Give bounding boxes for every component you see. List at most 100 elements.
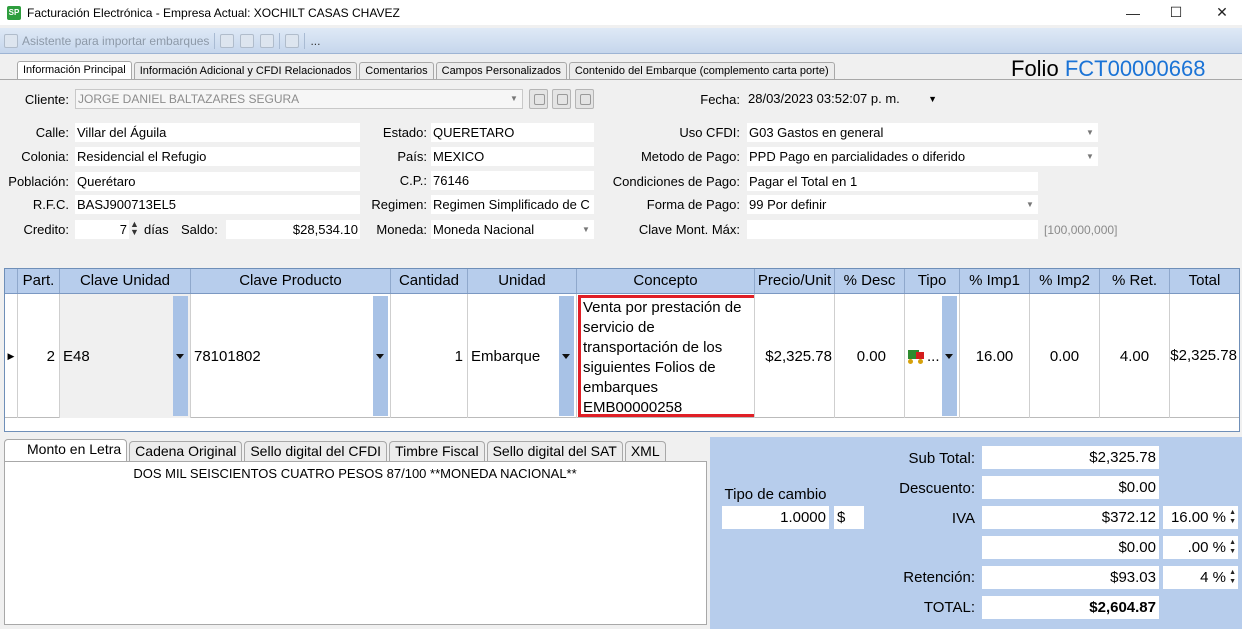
- more-button[interactable]: ...: [310, 34, 320, 48]
- fecha-picker[interactable]: 28/03/2023 03:52:07 p. m. ▼: [747, 89, 941, 109]
- retencion-stepper-icon[interactable]: ▲ ▼: [1229, 568, 1236, 586]
- clave-mont-field[interactable]: [747, 220, 1038, 239]
- clave-unidad-value: E48: [63, 347, 90, 365]
- cliente-value: JORGE DANIEL BALTAZARES SEGURA: [78, 92, 300, 106]
- cp-label: C.P.:: [399, 173, 427, 188]
- tab-cadena-original[interactable]: Cadena Original: [129, 441, 243, 461]
- cell-unidad[interactable]: Embarque: [468, 294, 577, 418]
- cell-part[interactable]: 2: [18, 294, 60, 418]
- tab-sello-cfdi[interactable]: Sello digital del CFDI: [244, 441, 388, 461]
- cell-concepto[interactable]: Venta por prestación de servicio de tran…: [577, 294, 755, 418]
- tab-informacion-adicional[interactable]: Información Adicional y CFDI Relacionado…: [133, 62, 358, 79]
- close-button[interactable]: ✕: [1199, 0, 1242, 25]
- column-header[interactable]: Total: [1170, 269, 1239, 293]
- cell-tipo[interactable]: ...: [905, 294, 960, 418]
- line-items-grid: Part. Clave Unidad Clave Producto Cantid…: [4, 268, 1240, 432]
- maximize-button[interactable]: ☐: [1153, 0, 1199, 25]
- moneda-combo[interactable]: Moneda Nacional ▼: [431, 220, 594, 239]
- column-header[interactable]: Tipo: [905, 269, 960, 293]
- imp2-stepper-icon[interactable]: ▲ ▼: [1229, 538, 1236, 556]
- tab-campos-personalizados[interactable]: Campos Personalizados: [435, 62, 567, 79]
- condiciones-field[interactable]: Pagar el Total en 1: [747, 172, 1038, 191]
- descuento-label: Descuento:: [899, 480, 975, 497]
- chevron-down-icon[interactable]: ▼: [1082, 147, 1098, 166]
- edit-client-button[interactable]: [575, 89, 594, 109]
- credito-stepper-icon[interactable]: ▲ ▼: [130, 220, 139, 237]
- column-header[interactable]: Precio/Unit: [755, 269, 835, 293]
- column-header[interactable]: % Imp1: [960, 269, 1030, 293]
- add-client-button[interactable]: [529, 89, 548, 109]
- poblacion-field[interactable]: Querétaro: [75, 172, 360, 191]
- column-header[interactable]: Unidad: [468, 269, 577, 293]
- column-header[interactable]: Clave Producto: [191, 269, 391, 293]
- chevron-down-icon[interactable]: ▼: [578, 220, 594, 239]
- tab-timbre-fiscal[interactable]: Timbre Fiscal: [389, 441, 485, 461]
- column-header[interactable]: Clave Unidad: [60, 269, 191, 293]
- cell-clave-unidad[interactable]: E48: [60, 294, 191, 418]
- uso-cfdi-combo[interactable]: G03 Gastos en general ▼: [747, 123, 1098, 142]
- tab-sello-sat[interactable]: Sello digital del SAT: [486, 441, 623, 461]
- wizard-icon: [4, 33, 18, 48]
- delete-icon[interactable]: [260, 33, 275, 48]
- cliente-combo[interactable]: JORGE DANIEL BALTAZARES SEGURA ▼: [75, 89, 523, 109]
- cell-clave-producto[interactable]: 78101802: [191, 294, 391, 418]
- metodo-pago-combo[interactable]: PPD Pago en parcialidades o diferido ▼: [747, 147, 1098, 166]
- imp2-pct-field[interactable]: .00 % ▲ ▼: [1163, 536, 1238, 559]
- import-wizard-button[interactable]: Asistente para importar embarques: [4, 33, 209, 48]
- toolbar-separator: [304, 32, 306, 49]
- calle-field[interactable]: Villar del Águila: [75, 123, 360, 142]
- print-icon[interactable]: [285, 33, 300, 48]
- credito-field[interactable]: 7: [75, 220, 129, 239]
- window-title: Facturación Electrónica - Empresa Actual…: [27, 5, 400, 20]
- clave-unidad-dropdown-button[interactable]: [173, 296, 188, 416]
- chevron-down-icon[interactable]: ▼: [1022, 195, 1038, 214]
- iva-stepper-icon[interactable]: ▲ ▼: [1229, 508, 1236, 526]
- tab-informacion-principal[interactable]: Información Principal: [17, 61, 132, 79]
- column-header[interactable]: Concepto: [577, 269, 755, 293]
- rfc-field[interactable]: BASJ900713EL5: [75, 195, 360, 214]
- column-header[interactable]: Cantidad: [391, 269, 468, 293]
- tab-contenido-embarque[interactable]: Contenido del Embarque (complemento cart…: [568, 62, 835, 79]
- table-row[interactable]: ▶ 2 E48 78101802 1 Embarque Venta por pr…: [5, 294, 1239, 418]
- pais-field[interactable]: MEXICO: [431, 147, 594, 166]
- copy-icon[interactable]: [220, 33, 235, 48]
- folio-label: Folio: [1011, 56, 1059, 81]
- tab-monto-letra[interactable]: Monto en Letra: [4, 439, 128, 461]
- saldo-field: $28,534.10: [226, 220, 360, 239]
- estado-field[interactable]: QUERETARO: [431, 123, 594, 142]
- chevron-down-icon[interactable]: ▼: [1082, 123, 1098, 142]
- minimize-button[interactable]: —: [1110, 0, 1156, 25]
- cell-desc[interactable]: 0.00: [835, 294, 905, 418]
- chevron-down-icon[interactable]: ▼: [928, 89, 937, 109]
- regimen-field[interactable]: Regimen Simplificado de C: [431, 195, 594, 214]
- chevron-down-icon[interactable]: ▼: [506, 90, 522, 108]
- clave-mont-hint: [100,000,000]: [1044, 223, 1118, 237]
- clave-producto-dropdown-button[interactable]: [373, 296, 388, 416]
- tipo-dropdown-button[interactable]: [942, 296, 957, 416]
- column-header[interactable]: % Ret.: [1100, 269, 1170, 293]
- tab-xml[interactable]: XML: [624, 441, 666, 461]
- colonia-field[interactable]: Residencial el Refugio: [75, 147, 360, 166]
- folio-number: FCT00000668: [1064, 56, 1206, 81]
- cp-field[interactable]: 76146: [431, 171, 594, 190]
- iva-pct-field[interactable]: 16.00 % ▲ ▼: [1163, 506, 1238, 529]
- view-client-button[interactable]: [552, 89, 571, 109]
- cell-precio-unit[interactable]: $2,325.78: [755, 294, 835, 418]
- cell-imp1[interactable]: 16.00: [960, 294, 1030, 418]
- cell-imp2[interactable]: 0.00: [1030, 294, 1100, 418]
- toolbar: Asistente para importar embarques ...: [0, 28, 1242, 54]
- cliente-label: Cliente:: [24, 92, 69, 107]
- tab-comentarios[interactable]: Comentarios: [359, 62, 434, 79]
- column-header[interactable]: Part.: [18, 269, 60, 293]
- cell-ret[interactable]: 4.00: [1100, 294, 1170, 418]
- cell-cantidad[interactable]: 1: [391, 294, 468, 418]
- column-header[interactable]: % Desc: [835, 269, 905, 293]
- title-bar: SP Facturación Electrónica - Empresa Act…: [0, 0, 1242, 25]
- tipo-cambio-field[interactable]: 1.0000: [722, 506, 829, 529]
- cell-total[interactable]: $2,325.78: [1170, 294, 1239, 418]
- edit-icon[interactable]: [240, 33, 255, 48]
- unidad-dropdown-button[interactable]: [559, 296, 574, 416]
- column-header[interactable]: % Imp2: [1030, 269, 1100, 293]
- forma-pago-combo[interactable]: 99 Por definir ▼: [747, 195, 1038, 214]
- retencion-pct-field[interactable]: 4 % ▲ ▼: [1163, 566, 1238, 589]
